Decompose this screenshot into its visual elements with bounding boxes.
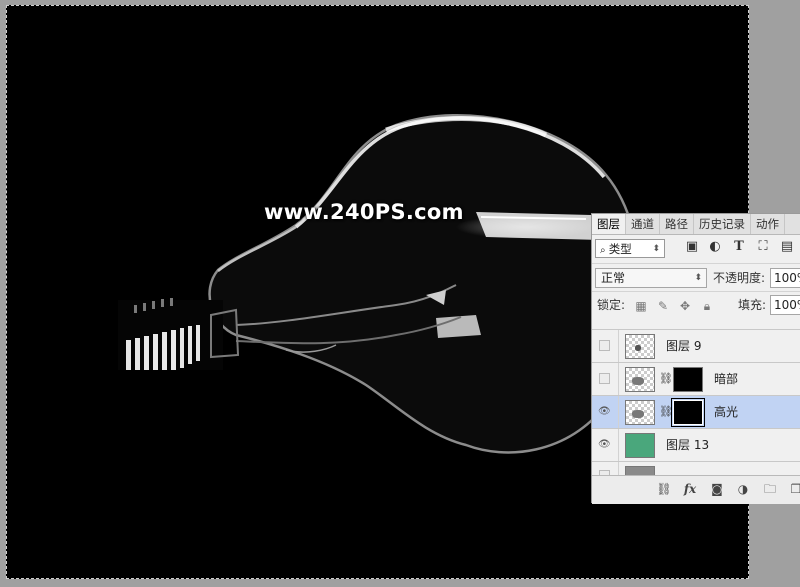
layer-row[interactable]: 图层 12 [592, 461, 800, 475]
lock-transparent-icon[interactable]: ▦ [634, 299, 648, 313]
layer-name[interactable]: 图层 12 [666, 465, 709, 475]
divider [618, 462, 619, 475]
layer-row[interactable]: 👁︎ 图层 13 [592, 428, 800, 461]
divider [618, 363, 619, 395]
eye-icon[interactable]: 👁︎ [598, 406, 611, 418]
watermark-text: www.240PS.com [264, 200, 464, 224]
chevron-updown-icon: ⬍ [694, 273, 702, 283]
fx-icon[interactable]: fx [682, 481, 698, 497]
lock-position-icon[interactable]: ✥ [678, 299, 692, 313]
lock-row: 锁定: ▦ ✎ ✥ 🔒︎ 填充: 100% [592, 291, 800, 321]
blend-mode-select[interactable]: 正常 ⬍ [595, 268, 707, 288]
layer-thumbnail [625, 334, 655, 359]
layer-name[interactable]: 暗部 [714, 363, 738, 395]
blend-row: 正常 ⬍ 不透明度: 100% [592, 263, 800, 292]
new-group-icon[interactable]: 🗀︎ [762, 481, 778, 497]
adjustment-filter-icon[interactable]: ◐ [707, 239, 723, 255]
eye-icon[interactable]: 👁︎ [598, 439, 611, 451]
layer-name[interactable]: 图层 9 [666, 330, 701, 362]
tab-channels[interactable]: 通道 [626, 214, 660, 234]
fill-input[interactable]: 100% [770, 295, 800, 315]
layer-row[interactable]: ⛓ 暗部 [592, 362, 800, 395]
layer-row[interactable]: 图层 9 [592, 329, 800, 362]
add-mask-icon[interactable]: ◙ [709, 481, 725, 497]
layer-name[interactable]: 图层 13 [666, 429, 709, 461]
chevron-updown-icon: ⬍ [652, 244, 660, 254]
layers-panel: 图层 通道 路径 历史记录 动作 ⌕ 类型 ⬍ ▣ ◐ T ⛶ ▤ 正常 ⬍ 不… [591, 213, 800, 504]
filter-kind-label: 类型 [608, 242, 632, 256]
lock-all-icon[interactable]: 🔒︎ [700, 299, 714, 313]
layer-mask-thumbnail[interactable] [673, 367, 703, 392]
tab-actions[interactable]: 动作 [751, 214, 785, 234]
divider [618, 429, 619, 461]
layer-mask-thumbnail[interactable] [671, 398, 705, 427]
image-filter-icon[interactable]: ▣ [684, 239, 700, 255]
panel-bottom-toolbar: ⛓ fx ◙ ◑ 🗀︎ ❐ [592, 475, 800, 504]
visibility-toggle[interactable] [599, 340, 610, 351]
smart-object-filter-icon[interactable]: ▤ [779, 239, 795, 255]
link-layers-icon[interactable]: ⛓ [656, 481, 672, 497]
lock-label: 锁定: [597, 298, 626, 312]
chain-link-icon[interactable]: ⛓ [659, 405, 673, 418]
tab-layers[interactable]: 图层 [592, 214, 626, 234]
visibility-toggle[interactable] [599, 373, 610, 384]
tab-paths[interactable]: 路径 [660, 214, 694, 234]
layer-thumbnail [625, 400, 655, 425]
panel-tabs: 图层 通道 路径 历史记录 动作 [592, 214, 800, 235]
layer-name[interactable]: 高光 [714, 396, 738, 428]
filter-kind-select[interactable]: ⌕ 类型 ⬍ [595, 239, 665, 258]
search-icon: ⌕ [600, 245, 609, 256]
shape-filter-icon[interactable]: ⛶ [755, 239, 771, 255]
new-layer-icon[interactable]: ❐ [788, 481, 800, 497]
layer-thumbnail [625, 433, 655, 458]
blend-mode-value: 正常 [601, 271, 626, 285]
lock-image-icon[interactable]: ✎ [656, 299, 670, 313]
fill-label: 填充: [738, 298, 767, 312]
layer-thumbnail [625, 466, 655, 475]
layer-thumbnail [625, 367, 655, 392]
opacity-label: 不透明度: [713, 271, 766, 285]
type-filter-icon[interactable]: T [731, 239, 747, 255]
tab-history[interactable]: 历史记录 [694, 214, 751, 234]
divider [618, 396, 619, 428]
layer-row-selected[interactable]: 👁︎ ⛓ 高光 [592, 395, 800, 428]
opacity-input[interactable]: 100% [770, 268, 800, 288]
filter-row: ⌕ 类型 ⬍ ▣ ◐ T ⛶ ▤ [592, 235, 800, 263]
adjustment-layer-icon[interactable]: ◑ [735, 481, 751, 497]
chain-link-icon[interactable]: ⛓ [659, 372, 673, 385]
divider [618, 330, 619, 362]
